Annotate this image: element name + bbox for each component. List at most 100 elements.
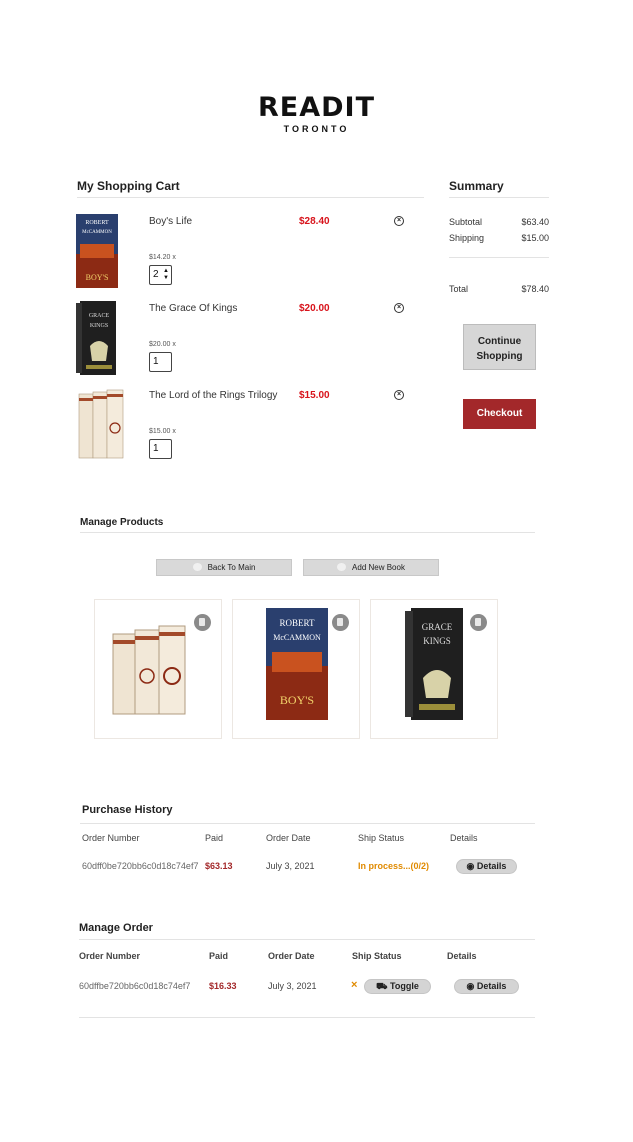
ph-header-ship-status: Ship Status xyxy=(358,833,405,843)
quantity-stepper[interactable]: 2 ▲ ▼ xyxy=(149,265,172,285)
summary-subtotal-row: Subtotal $63.40 xyxy=(449,217,549,227)
product-card[interactable]: GRACE KINGS xyxy=(370,599,498,739)
mo-header-details: Details xyxy=(447,951,477,961)
subtotal-label: Subtotal xyxy=(449,217,483,227)
mo-details-label: Details xyxy=(476,981,507,991)
cart-item-unit-price: $15.00 x xyxy=(149,428,176,435)
svg-text:McCAMMON: McCAMMON xyxy=(82,230,112,235)
plus-icon xyxy=(337,563,347,571)
shipping-label: Shipping xyxy=(449,233,485,243)
ph-details-label: Details xyxy=(476,861,507,871)
svg-text:KINGS: KINGS xyxy=(423,636,451,646)
manage-products-divider xyxy=(80,532,535,533)
cart-divider xyxy=(77,197,424,198)
remove-item-icon[interactable]: × xyxy=(394,303,404,313)
eye-icon: ◉ xyxy=(466,861,475,871)
quantity-stepper[interactable]: 1 xyxy=(149,439,172,459)
cart-item-unit-price: $14.20 x xyxy=(149,254,176,261)
total-label: Total xyxy=(449,284,469,294)
ph-paid: $63.13 xyxy=(205,861,233,871)
cart-title: My Shopping Cart xyxy=(77,179,180,193)
logo-sub-text: TORONTO xyxy=(283,124,350,134)
svg-text:KINGS: KINGS xyxy=(90,323,108,329)
mo-order-number: 60dffbe720bb6c0d18c74ef7 xyxy=(79,981,191,991)
svg-text:ROBERT: ROBERT xyxy=(85,220,109,226)
cart-item: GRACE KINGS The Grace Of Kings $20.00 × … xyxy=(76,301,416,381)
delete-product-icon[interactable] xyxy=(332,614,349,631)
quantity-stepper[interactable]: 1 xyxy=(149,352,172,372)
not-shipped-icon: × xyxy=(351,979,358,991)
cart-item-price: $20.00 xyxy=(299,303,330,314)
cart-item-title[interactable]: The Grace Of Kings xyxy=(149,303,237,314)
mo-details-button[interactable]: ◉ Details xyxy=(454,979,519,994)
book-image-boys-life: ROBERT McCAMMON BOY'S xyxy=(266,608,328,720)
svg-text:BOY'S: BOY'S xyxy=(280,693,314,707)
cart-item-price: $15.00 xyxy=(299,390,330,401)
cart-item-title[interactable]: The Lord of the Rings Trilogy xyxy=(149,390,277,401)
delete-product-icon[interactable] xyxy=(470,614,487,631)
mo-header-ship-status: Ship Status xyxy=(352,951,402,961)
back-icon xyxy=(192,563,202,571)
back-to-main-label: Back To Main xyxy=(207,563,256,572)
cart-item-price: $28.40 xyxy=(299,216,330,227)
book-cover-boys-life[interactable]: ROBERT McCAMMON BOY'S xyxy=(76,214,118,288)
book-cover-lotr-trilogy[interactable] xyxy=(76,388,130,462)
ph-order-number: 60dff0be720bb6c0d18c74ef7 xyxy=(82,861,199,871)
cart-item-title[interactable]: Boy's Life xyxy=(149,216,192,227)
eye-icon: ◉ xyxy=(466,981,475,991)
cart-item: ROBERT McCAMMON BOY'S Boy's Life $28.40 … xyxy=(76,214,416,294)
product-card[interactable]: ROBERT McCAMMON BOY'S xyxy=(232,599,360,739)
checkout-button[interactable]: Checkout xyxy=(463,399,536,429)
summary-title: Summary xyxy=(449,179,504,193)
ph-header-order-date: Order Date xyxy=(266,833,311,843)
ph-header-order-number: Order Number xyxy=(82,833,140,843)
toggle-label: Toggle xyxy=(390,981,419,991)
cart-item-unit-price: $20.00 x xyxy=(149,341,176,348)
manage-order-bottom-divider xyxy=(79,1017,535,1018)
back-to-main-button[interactable]: Back To Main xyxy=(156,559,292,576)
manage-order-title: Manage Order xyxy=(79,922,153,934)
mo-order-date: July 3, 2021 xyxy=(268,981,317,991)
delete-product-icon[interactable] xyxy=(194,614,211,631)
subtotal-value: $63.40 xyxy=(521,217,549,227)
mo-header-order-number: Order Number xyxy=(79,951,141,961)
book-cover-grace-of-kings[interactable]: GRACE KINGS xyxy=(76,301,118,375)
ph-header-paid: Paid xyxy=(205,833,224,843)
cart-item: The Lord of the Rings Trilogy $15.00 × $… xyxy=(76,388,416,468)
summary-shipping-row: Shipping $15.00 xyxy=(449,233,549,243)
stepper-arrows-icon[interactable]: ▲ ▼ xyxy=(163,268,169,282)
ph-details-button[interactable]: ◉ Details xyxy=(456,859,517,874)
truck-icon: ⛟ xyxy=(376,981,388,991)
add-new-book-label: Add New Book xyxy=(352,563,405,572)
ph-header-details: Details xyxy=(450,833,478,843)
site-logo[interactable]: READIT TORONTO xyxy=(0,94,633,135)
product-card[interactable] xyxy=(94,599,222,739)
svg-text:ROBERT: ROBERT xyxy=(280,618,315,628)
quantity-value: 1 xyxy=(153,356,159,367)
purchase-history-title: Purchase History xyxy=(82,804,173,816)
toggle-status-button[interactable]: ⛟ Toggle xyxy=(364,979,431,994)
svg-text:McCAMMON: McCAMMON xyxy=(273,633,321,642)
manage-products-title: Manage Products xyxy=(80,517,164,528)
mo-header-paid: Paid xyxy=(209,951,229,961)
svg-text:GRACE: GRACE xyxy=(89,313,110,319)
summary-total-divider xyxy=(449,257,549,258)
svg-text:GRACE: GRACE xyxy=(422,622,453,632)
svg-text:BOY'S: BOY'S xyxy=(86,273,109,282)
shipping-value: $15.00 xyxy=(521,233,549,243)
book-image-grace-of-kings: GRACE KINGS xyxy=(405,608,463,720)
summary-divider xyxy=(449,197,549,198)
remove-item-icon[interactable]: × xyxy=(394,390,404,400)
ph-ship-status: In process...(0/2) xyxy=(358,861,430,871)
continue-shopping-button[interactable]: Continue Shopping xyxy=(463,324,536,370)
total-value: $78.40 xyxy=(521,284,549,294)
manage-order-divider xyxy=(79,939,535,940)
ph-order-date: July 3, 2021 xyxy=(266,861,315,871)
add-new-book-button[interactable]: Add New Book xyxy=(303,559,439,576)
quantity-value: 2 xyxy=(153,269,159,280)
summary-total-row: Total $78.40 xyxy=(449,284,549,294)
purchase-history-divider xyxy=(80,823,535,824)
quantity-value: 1 xyxy=(153,443,159,454)
remove-item-icon[interactable]: × xyxy=(394,216,404,226)
mo-header-order-date: Order Date xyxy=(268,951,315,961)
